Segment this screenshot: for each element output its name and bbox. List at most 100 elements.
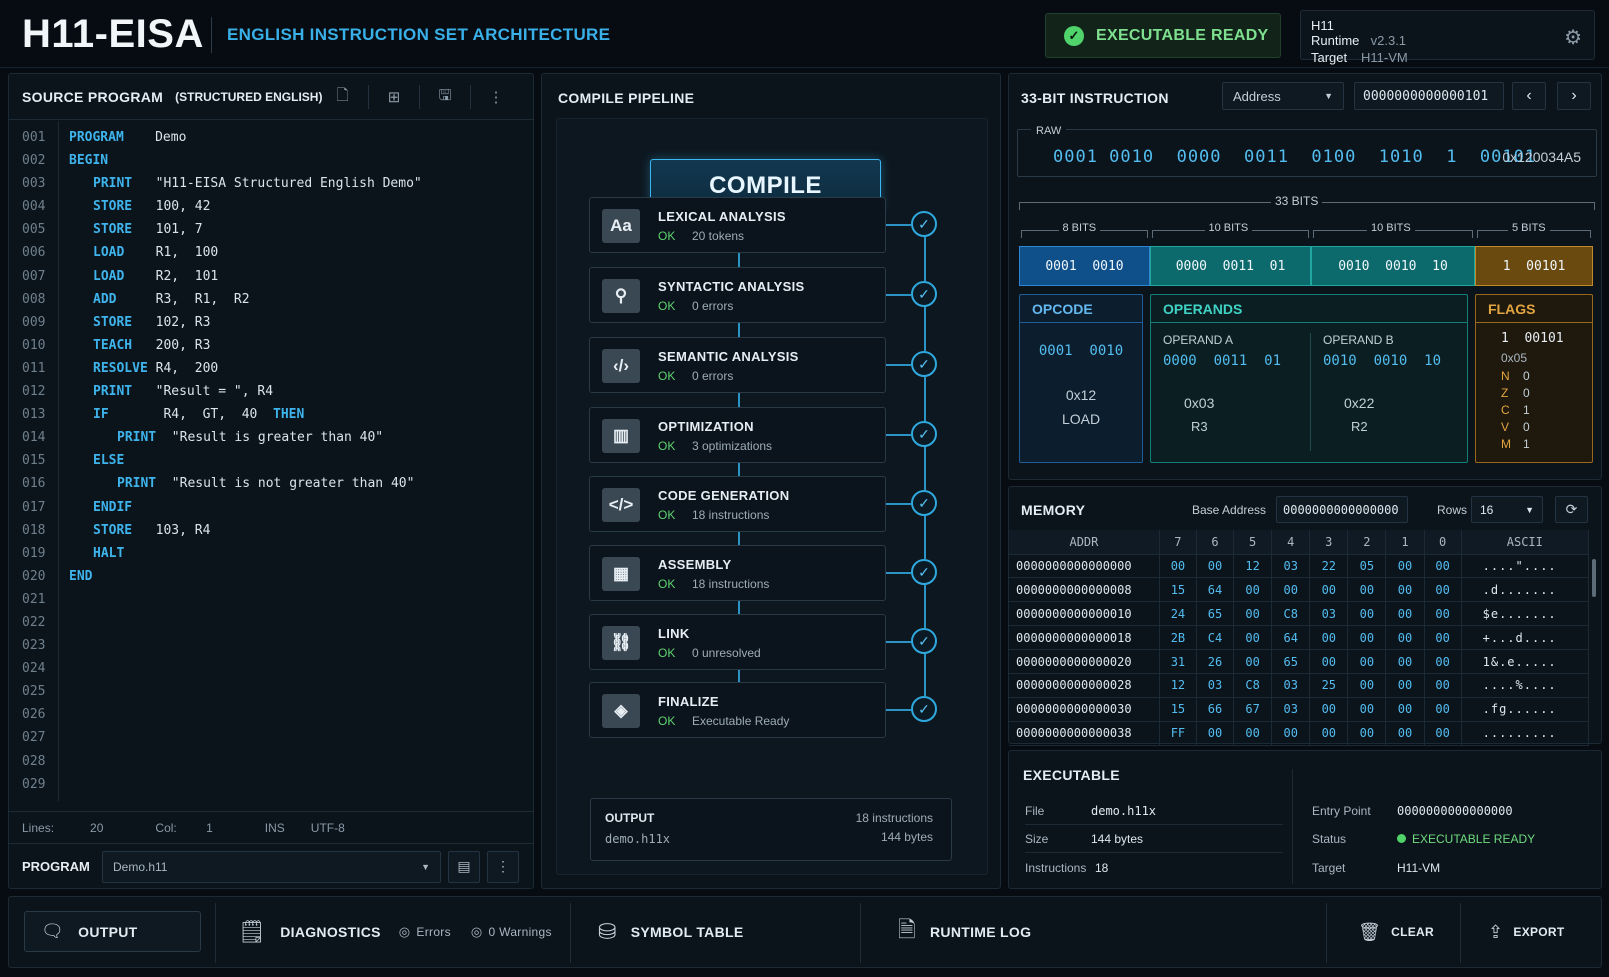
stage-link xyxy=(738,253,740,267)
stage-connector xyxy=(886,294,911,296)
operand-a-bits: 0000 0011 01 xyxy=(1163,353,1282,369)
memory-byte: 00 xyxy=(1347,649,1387,674)
memory-byte: 00 xyxy=(1233,577,1273,603)
output-tab[interactable]: 🗨 OUTPUT xyxy=(24,911,201,952)
line-number: 024 xyxy=(22,661,46,677)
code-line: IF R4, GT, 40 THEN xyxy=(69,403,529,426)
flag-value: 0 xyxy=(1523,386,1530,400)
flag-row: M1 xyxy=(1501,437,1530,454)
database-icon: ⛁ xyxy=(598,919,617,944)
line-number: 018 xyxy=(22,522,46,538)
table-row[interactable]: 0000000000000020 31 26 00 65 00 00 00 00 1&.e....… xyxy=(1009,649,1590,674)
pipeline-stage[interactable]: Aa LEXICAL ANALYSIS OK 20 tokens xyxy=(589,197,886,253)
more-icon[interactable]: ⋮ xyxy=(470,85,521,109)
stage-link xyxy=(738,601,740,614)
check-circle-icon: ✓ xyxy=(911,281,937,307)
export-button[interactable]: ⇪ EXPORT xyxy=(1488,897,1565,967)
chat-icon: 🗨 xyxy=(41,921,65,941)
stage-connector xyxy=(886,641,911,643)
memory-address: 0000000000000020 xyxy=(1009,649,1160,674)
base-address-input[interactable]: 0000000000000000 xyxy=(1276,496,1408,523)
address-input[interactable]: 0000000000000101 xyxy=(1354,82,1504,110)
symbol-table-tab[interactable]: ⛁ SYMBOL TABLE xyxy=(598,897,743,967)
memory-ascii: +...d.... xyxy=(1461,625,1590,651)
memory-byte: 67 xyxy=(1233,697,1273,722)
memory-ascii: .d....... xyxy=(1461,577,1590,603)
memory-scrollbar[interactable] xyxy=(1592,559,1596,597)
code-keyword: PRINT xyxy=(117,476,157,492)
pipeline-stage[interactable]: ▥ OPTIMIZATION OK 3 optimizations xyxy=(589,407,886,463)
previous-button[interactable]: ‹ xyxy=(1512,82,1546,110)
pipeline-stage[interactable]: </> CODE GENERATION OK 18 instructions xyxy=(589,476,886,532)
clear-button[interactable]: 🗑 CLEAR xyxy=(1358,897,1434,967)
code-line: ENDIF xyxy=(69,496,529,519)
memory-byte: 03 xyxy=(1271,673,1311,698)
memory-byte: 00 xyxy=(1347,673,1387,698)
memory-address: 0000000000000000 xyxy=(1009,554,1160,579)
memory-column-header: 0 xyxy=(1424,530,1462,555)
code-line: ADD R3, R1, R2 xyxy=(69,288,529,311)
runtime-version: v2.3.1 xyxy=(1370,33,1407,48)
memory-byte: 26 xyxy=(1196,649,1235,674)
runtime-log-tab[interactable]: 🗎 RUNTIME LOG xyxy=(898,897,1031,967)
memory-byte: 00 xyxy=(1385,625,1425,651)
stage-icon: </> xyxy=(602,488,640,522)
diagnostics-tab[interactable]: 🗒 DIAGNOSTICS ◎ Errors ◎ 0 Warnings xyxy=(238,897,552,967)
code-line: PRINT "Result = ", R4 xyxy=(69,380,529,403)
runtime-label: H11 Runtime xyxy=(1311,18,1360,48)
line-number: 027 xyxy=(22,730,46,746)
code-keyword: LOAD xyxy=(93,245,125,261)
header-divider xyxy=(211,17,212,53)
pipeline-stage[interactable]: ◈ FINALIZE OK Executable Ready xyxy=(589,682,886,738)
flag-list: N0Z0C1V0M1 xyxy=(1501,369,1530,454)
stage-link xyxy=(738,393,740,407)
table-row[interactable]: 0000000000000008 15 64 00 00 00 00 00 00 .d......… xyxy=(1009,577,1590,603)
table-row[interactable]: 0000000000000010 24 65 00 C8 03 00 00 00 $e......… xyxy=(1009,601,1590,627)
save-icon[interactable]: 🖫 xyxy=(419,85,470,109)
code-editor[interactable]: PROGRAM Demo BEGIN PRINT "H11-EISA Structu… xyxy=(69,121,529,801)
memory-byte: 00 xyxy=(1271,577,1311,603)
memory-table-header: ADDR 7 6 5 4 3 2 1 0 ASCII xyxy=(1009,530,1590,555)
check-circle-icon: ✓ xyxy=(911,490,937,516)
memory-byte: 03 xyxy=(1309,601,1349,627)
document-icon[interactable]: ▤ xyxy=(448,850,480,883)
next-button[interactable]: › xyxy=(1557,82,1591,110)
rows-select[interactable]: 16 ▼ xyxy=(1471,496,1543,523)
program-select[interactable]: Demo.h11 ▼ xyxy=(102,850,441,883)
memory-byte: 31 xyxy=(1159,649,1197,674)
stage-connector xyxy=(886,224,911,226)
check-circle-icon: ✓ xyxy=(911,351,937,377)
refresh-button[interactable]: ⟳ xyxy=(1555,496,1588,523)
table-row[interactable]: 0000000000000018 2B C4 00 64 00 00 00 00 +...d...… xyxy=(1009,625,1590,651)
code-text: 101, 7 xyxy=(132,222,203,238)
line-number: 022 xyxy=(22,614,46,630)
bit-segment: 0010 0010 10 xyxy=(1311,246,1475,286)
pipeline-stage[interactable]: ⚲ SYNTACTIC ANALYSIS OK 0 errors xyxy=(589,267,886,323)
chevron-down-icon: ▼ xyxy=(421,861,430,872)
code-line: PRINT "Result is greater than 40" xyxy=(69,426,529,449)
segment-bit-count: 10 BITS xyxy=(1204,222,1253,234)
new-file-icon[interactable]: 🗋 xyxy=(317,85,368,109)
table-row[interactable]: 0000000000000000 00 00 12 03 22 05 00 00 ...."...… xyxy=(1009,554,1590,579)
mode-select[interactable]: Address ▼ xyxy=(1222,82,1344,110)
pipeline-stage[interactable]: ‹/› SEMANTIC ANALYSIS OK 0 errors xyxy=(589,337,886,393)
memory-byte: 12 xyxy=(1233,554,1273,579)
segment-bit-count: 10 BITS xyxy=(1367,222,1415,234)
pipeline-stage[interactable]: ▦ ASSEMBLY OK 18 instructions xyxy=(589,545,886,601)
gear-icon[interactable]: ⚙ xyxy=(1564,25,1582,50)
stage-link xyxy=(924,307,926,351)
add-file-icon[interactable]: ⊞ xyxy=(368,85,419,109)
table-row[interactable]: 0000000000000030 15 66 67 03 00 00 00 00 .fg.....… xyxy=(1009,697,1590,722)
pipeline-stage[interactable]: ⛓ LINK OK 0 unresolved xyxy=(589,614,886,670)
memory-byte: 03 xyxy=(1196,673,1235,698)
table-row[interactable]: 0000000000000038 FF 00 00 00 00 00 00 00........… xyxy=(1009,721,1590,746)
panel-title: MEMORY xyxy=(1021,502,1086,518)
more-icon[interactable]: ⋮ xyxy=(487,850,519,883)
memory-ascii: $e....... xyxy=(1461,601,1590,627)
status-dot-icon xyxy=(1397,834,1406,843)
flag-name: C xyxy=(1501,403,1510,417)
table-row[interactable]: 0000000000000028 12 03 C8 03 25 00 00 00....%...… xyxy=(1009,673,1590,698)
code-text: Demo xyxy=(123,130,187,145)
check-circle-icon: ◎ xyxy=(470,924,483,939)
memory-byte: 00 xyxy=(1233,721,1273,746)
